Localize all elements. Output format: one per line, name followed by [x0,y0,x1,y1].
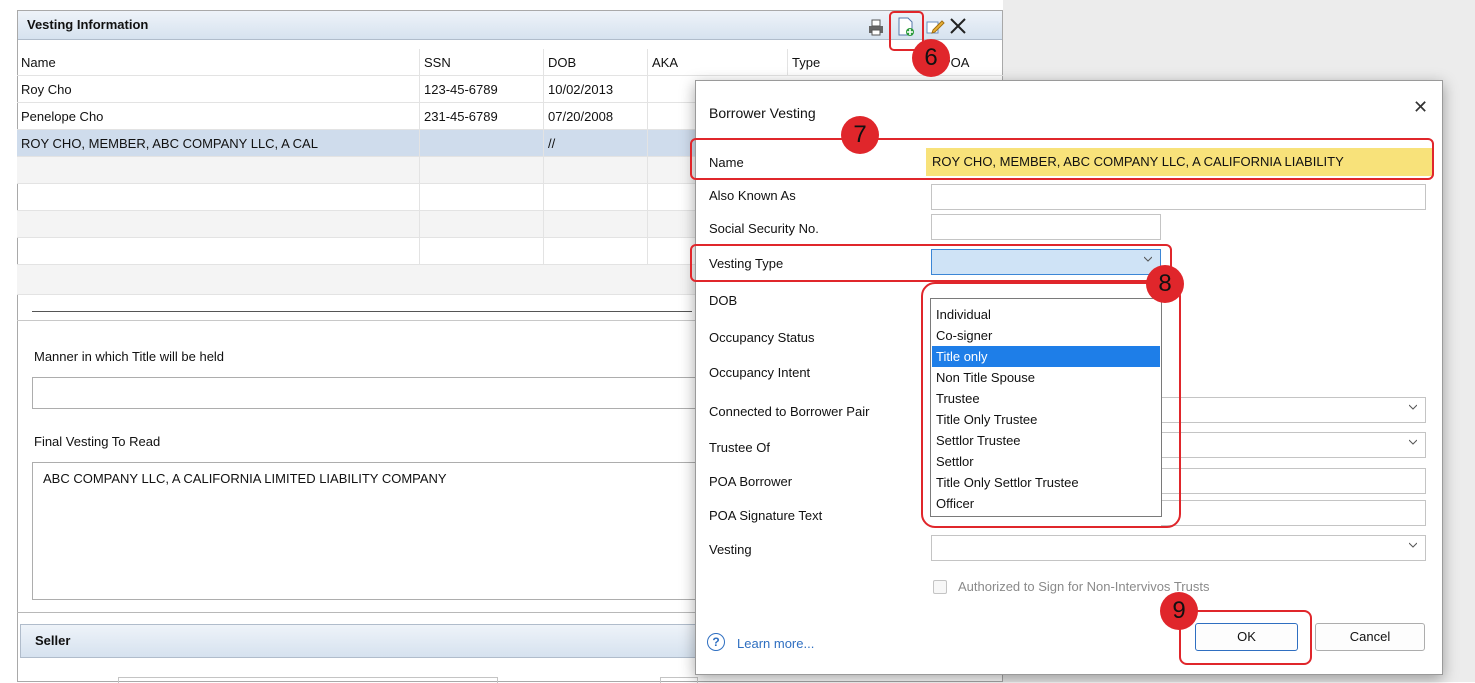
cell-name: Penelope Cho [17,103,420,130]
seller-field-1[interactable] [118,677,498,683]
close-icon[interactable]: ✕ [1413,97,1428,118]
cell-ssn: 123-45-6789 [420,76,544,103]
aka-input[interactable] [931,184,1426,210]
final-vesting-label: Final Vesting To Read [34,434,161,449]
seller-title: Seller [35,633,71,648]
dob-label: DOB [709,293,738,308]
final-vesting-textarea[interactable]: ABC COMPANY LLC, A CALIFORNIA LIMITED LI… [32,462,702,600]
column-header-ssn[interactable]: SSN [420,49,544,76]
edit-icon[interactable] [925,16,945,36]
dropdown-highlight-box [921,282,1181,528]
grid-divider [32,311,692,312]
panel-title: Vesting Information [18,11,1002,40]
borrower-pair-select[interactable] [1161,397,1426,423]
help-icon[interactable]: ? [707,633,725,651]
callout-badge: 6 [912,39,950,77]
borrower-pair-label: Connected to Borrower Pair [709,404,870,419]
cell-dob: // [544,130,648,157]
manner-input[interactable] [32,377,702,409]
cell-dob: 07/20/2008 [544,103,648,130]
callout-badge: 7 [841,116,879,154]
name-highlight-box [690,138,1434,180]
ssn-input[interactable] [931,214,1161,240]
callout-badge: 8 [1146,265,1184,303]
occupancy-status-label: Occupancy Status [709,330,815,345]
column-header-name[interactable]: Name [17,49,420,76]
chevron-down-icon [1409,439,1417,445]
authorized-checkbox[interactable] [933,580,947,594]
dialog-title: Borrower Vesting [709,105,816,121]
ok-highlight-box [1179,610,1312,665]
learn-more-link[interactable]: Learn more... [737,636,814,651]
poa-borrower-input[interactable] [1161,468,1426,494]
column-header-aka[interactable]: AKA [648,49,788,76]
add-record-icon[interactable] [896,16,916,38]
cell-name: Roy Cho [17,76,420,103]
cell-ssn [420,130,544,157]
cell-dob: 10/02/2013 [544,76,648,103]
grid-header-row: Name SSN DOB AKA Type POA [17,49,1003,76]
column-header-dob[interactable]: DOB [544,49,648,76]
vesting-select[interactable] [931,535,1426,561]
occupancy-intent-label: Occupancy Intent [709,365,811,380]
cell-name: ROY CHO, MEMBER, ABC COMPANY LLC, A CAL [17,130,420,157]
poa-signature-label: POA Signature Text [709,508,823,523]
trustee-of-select[interactable] [1161,432,1426,458]
seller-header: Seller [20,624,700,658]
aka-label: Also Known As [709,188,796,203]
cancel-button[interactable]: Cancel [1315,623,1425,651]
chevron-down-icon [1409,542,1417,548]
cell-ssn: 231-45-6789 [420,103,544,130]
vesting-label: Vesting [709,542,752,557]
vesting-type-highlight-box [690,244,1172,282]
trustee-of-label: Trustee Of [709,440,770,455]
ssn-label: Social Security No. [709,221,819,236]
poa-signature-input[interactable] [1161,500,1426,526]
authorized-label: Authorized to Sign for Non-Intervivos Tr… [958,579,1210,594]
print-icon[interactable] [866,17,886,37]
seller-field-2[interactable] [660,677,698,683]
callout-badge: 9 [1160,592,1198,630]
poa-borrower-label: POA Borrower [709,474,793,489]
manner-label: Manner in which Title will be held [34,349,225,364]
chevron-down-icon [1409,404,1417,410]
delete-icon[interactable] [948,16,968,36]
